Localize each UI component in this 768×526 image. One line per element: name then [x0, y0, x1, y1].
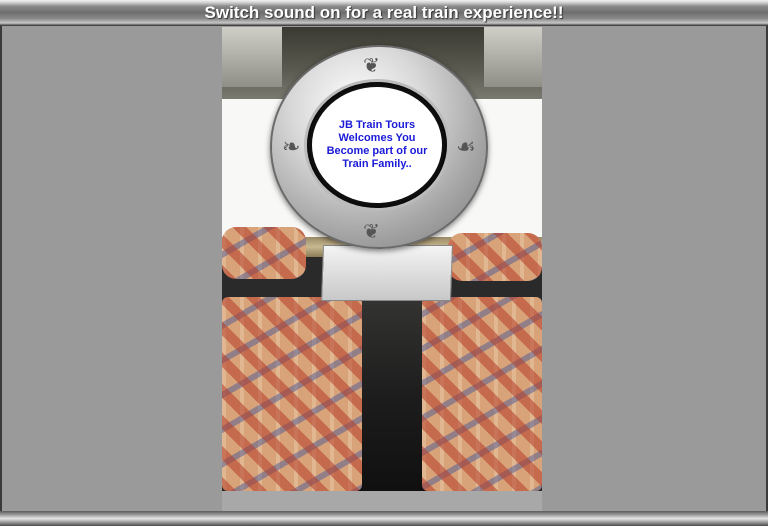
left-pillow	[222, 227, 306, 279]
scroll-flourish-icon: ☙	[456, 135, 476, 160]
welcome-line: Train Family..	[342, 158, 412, 170]
right-pillow	[448, 233, 542, 281]
welcome-message: JB Train Tours Welcomes You Become part …	[312, 87, 442, 203]
left-berth	[222, 297, 362, 491]
scroll-flourish-icon: ❦	[363, 53, 380, 77]
top-banner-bar: Switch sound on for a real train experie…	[0, 0, 768, 26]
left-side-panel	[0, 26, 222, 511]
train-cabin-scene[interactable]: ❦ ❦ ❧ ☙ JB Train Tours Welcomes You Beco…	[222, 27, 542, 491]
sound-banner-text: Switch sound on for a real train experie…	[204, 2, 564, 22]
porthole-window: JB Train Tours Welcomes You Become part …	[307, 82, 447, 208]
scene-bottom-strip	[222, 491, 542, 511]
fold-table	[321, 245, 453, 301]
ceiling-panel-left	[222, 27, 282, 87]
welcome-line: Welcomes You	[338, 132, 416, 144]
welcome-line: JB Train Tours	[338, 119, 416, 131]
right-side-panel	[542, 26, 768, 511]
right-berth	[422, 297, 542, 491]
welcome-line: Become part of our	[326, 145, 428, 157]
ceiling-panel-right	[484, 27, 542, 87]
scroll-flourish-icon: ❧	[282, 135, 301, 160]
bottom-bar	[0, 511, 768, 526]
porthole-frame[interactable]: ❦ ❦ ❧ ☙ JB Train Tours Welcomes You Beco…	[270, 45, 488, 249]
scroll-flourish-icon: ❦	[363, 219, 380, 243]
